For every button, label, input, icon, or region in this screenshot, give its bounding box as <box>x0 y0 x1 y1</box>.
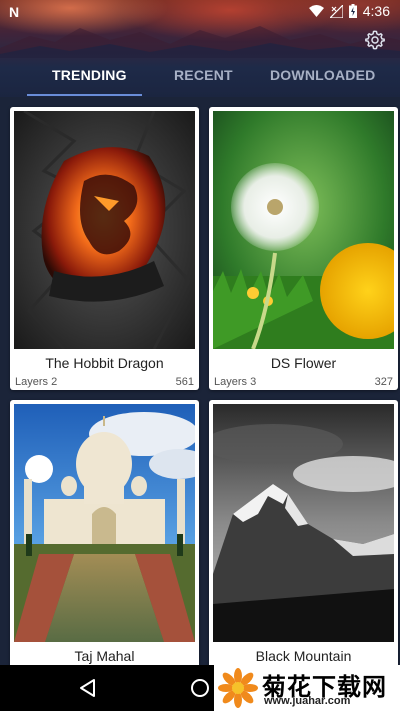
taj-mahal-image <box>14 404 195 642</box>
gear-icon[interactable] <box>364 29 386 51</box>
tab-indicator <box>27 94 142 96</box>
header: N 4:36 TRENDING RECENT DOWNLOADED <box>0 0 400 97</box>
card-title: DS Flower <box>270 355 337 371</box>
battery-charging-icon <box>348 4 357 18</box>
card-ds-flower[interactable]: DS Flower Layers 3 327 <box>209 107 398 390</box>
home-circle-icon[interactable] <box>190 678 210 698</box>
wifi-icon <box>308 5 324 17</box>
card-layers: Layers 3 <box>214 376 257 388</box>
card-black-mountain[interactable]: Black Mountain <box>209 400 398 690</box>
card-count: 561 <box>175 376 194 388</box>
tab-trending[interactable]: TRENDING <box>52 67 127 83</box>
clock: 4:36 <box>362 3 390 19</box>
dandelion-image <box>213 111 394 349</box>
card-the-hobbit-dragon[interactable]: The Hobbit Dragon Layers 2 561 <box>10 107 199 390</box>
card-layers: Layers 2 <box>15 376 58 388</box>
card-count: 327 <box>374 376 393 388</box>
card-taj-mahal[interactable]: Taj Mahal <box>10 400 199 690</box>
wallpaper-grid: The Hobbit Dragon Layers 2 561 DS Flower… <box>0 97 400 690</box>
mountain-ridge-background <box>0 26 400 58</box>
mountain-image <box>213 404 394 642</box>
dragon-image <box>14 111 195 349</box>
watermark: 菊花下载网 www.juahar.com <box>214 665 400 711</box>
back-triangle-icon[interactable] <box>78 678 96 698</box>
notification-icon: N <box>9 4 20 20</box>
watermark-url: www.juahar.com <box>264 695 351 707</box>
chrysanthemum-logo-icon <box>218 668 258 708</box>
tab-downloaded[interactable]: DOWNLOADED <box>270 67 375 83</box>
no-signal-icon <box>329 4 343 18</box>
card-title: The Hobbit Dragon <box>45 355 164 371</box>
card-title: Taj Mahal <box>74 648 135 664</box>
tab-recent[interactable]: RECENT <box>174 67 233 83</box>
tab-bar: TRENDING RECENT DOWNLOADED <box>0 60 400 96</box>
card-title: Black Mountain <box>255 648 352 664</box>
status-bar: N 4:36 <box>0 0 400 24</box>
